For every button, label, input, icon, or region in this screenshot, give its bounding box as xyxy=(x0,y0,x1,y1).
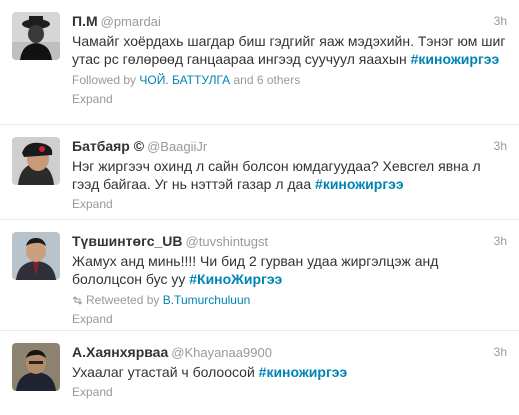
tweet[interactable]: А.Хаянхярваа @Khayanaa9900 3h Ухаалаг ута… xyxy=(0,331,519,415)
timestamp[interactable]: 3h xyxy=(494,343,507,361)
avatar[interactable] xyxy=(12,12,60,60)
fullname[interactable]: Батбаяр © xyxy=(72,138,144,154)
tweet-header: П.М @pmardai xyxy=(72,12,507,30)
avatar[interactable] xyxy=(12,343,60,391)
username[interactable]: @BaagiiJr xyxy=(147,139,207,154)
context-user-link[interactable]: ЧОЙ. БАТТУЛГА xyxy=(139,73,230,87)
avatar[interactable] xyxy=(12,232,60,280)
tweet-context: Followed by ЧОЙ. БАТТУЛГА and 6 others xyxy=(72,72,507,88)
timeline: П.М @pmardai 3h Чамайг хоёрдахь шагдар би… xyxy=(0,0,519,415)
tweet-text-body: Ухаалаг утастай ч болоосой xyxy=(72,364,259,380)
hashtag-link[interactable]: #киножиргээ xyxy=(315,176,404,192)
hashtag-link[interactable]: #киножиргээ xyxy=(259,364,348,380)
tweet-text: Чамайг хоёрдахь шагдар биш гэдгийг яаж м… xyxy=(72,32,507,68)
hashtag-link[interactable]: #КиноЖиргээ xyxy=(189,271,282,287)
tweet[interactable]: П.М @pmardai 3h Чамайг хоёрдахь шагдар би… xyxy=(0,0,519,125)
fullname[interactable]: П.М xyxy=(72,13,98,29)
tweet-text-body: Нэг жиргээч охинд л сайн болсон юмдагууд… xyxy=(72,158,481,192)
retweet-icon xyxy=(72,293,83,305)
tweet-header: Түвшинтөгс_UB @tuvshintugst xyxy=(72,232,507,250)
tweet-header: А.Хаянхярваа @Khayanaa9900 xyxy=(72,343,507,361)
context-user-link[interactable]: B.Tumurchuluun xyxy=(163,293,251,307)
expand-link[interactable]: Expand xyxy=(72,384,507,400)
username[interactable]: @Khayanaa9900 xyxy=(171,345,272,360)
timestamp[interactable]: 3h xyxy=(494,137,507,155)
timestamp[interactable]: 3h xyxy=(494,232,507,250)
username[interactable]: @pmardai xyxy=(101,14,161,29)
avatar[interactable] xyxy=(12,137,60,185)
tweet-text: Жамух анд минь!!!! Чи бид 2 гурван удаа … xyxy=(72,252,507,288)
context-prefix: Retweeted by xyxy=(86,293,163,307)
timestamp[interactable]: 3h xyxy=(494,12,507,30)
expand-link[interactable]: Expand xyxy=(72,196,507,212)
hashtag-link[interactable]: #киножиргээ xyxy=(411,51,500,67)
fullname[interactable]: Түвшинтөгс_UB xyxy=(72,233,183,249)
tweet-header: Батбаяр © @BaagiiJr xyxy=(72,137,507,155)
tweet-text: Нэг жиргээч охинд л сайн болсон юмдагууд… xyxy=(72,157,507,193)
expand-link[interactable]: Expand xyxy=(72,91,507,107)
fullname[interactable]: А.Хаянхярваа xyxy=(72,344,168,360)
tweet[interactable]: Батбаяр © @BaagiiJr 3h Нэг жиргээч охинд … xyxy=(0,125,519,220)
context-suffix: and 6 others xyxy=(230,73,301,87)
tweet[interactable]: Түвшинтөгс_UB @tuvshintugst 3h Жамух анд … xyxy=(0,220,519,331)
expand-link[interactable]: Expand xyxy=(72,311,507,327)
tweet-text: Ухаалаг утастай ч болоосой #киножиргээ xyxy=(72,363,507,381)
context-prefix: Followed by xyxy=(72,73,140,87)
username[interactable]: @tuvshintugst xyxy=(186,234,269,249)
tweet-context: Retweeted by B.Tumurchuluun xyxy=(72,292,507,308)
